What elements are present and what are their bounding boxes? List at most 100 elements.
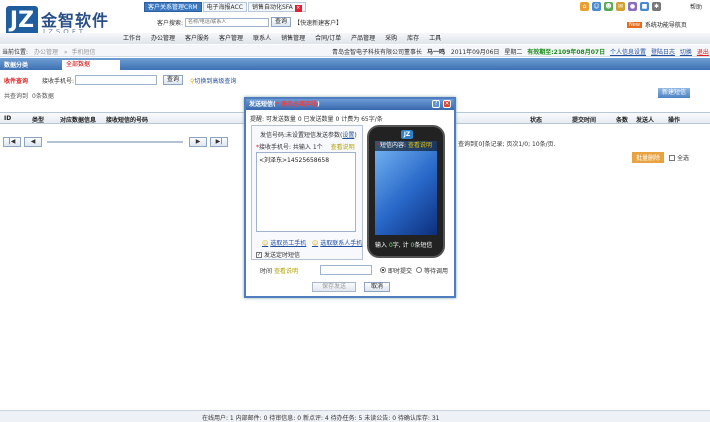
breadcrumb-label: 当前位置:: [2, 49, 29, 56]
expire-date: 有效期至:2109年08月07日: [527, 49, 606, 56]
sms-content-help[interactable]: 查看说明: [408, 142, 432, 149]
scheduled-sms-option[interactable]: ✓ 发送定时短信: [256, 250, 300, 259]
new-sms-button[interactable]: 新建短信: [658, 88, 691, 98]
tab-acc[interactable]: 电子海报ACC: [202, 2, 247, 12]
select-all-checkbox[interactable]: [669, 154, 676, 161]
send-time-row: 时间 查看说明 即时提交 等待调用: [260, 265, 448, 275]
counter-text: 字, 计: [392, 242, 409, 249]
char-counter: 输入 0字, 计 0条短信: [375, 240, 432, 249]
wait-send-radio[interactable]: [416, 267, 423, 273]
dialog-title: 发送短信(* 表示必填字段): [246, 99, 454, 110]
phone-label: 接收手机号:: [42, 78, 75, 85]
result-prefix: 共查询到: [4, 93, 29, 100]
help-link[interactable]: 帮助: [690, 2, 702, 11]
sender-number-label: 发信号码:未设置短信发送参数(设置): [260, 130, 357, 139]
product-tabs: 客户关系管理CRM 电子海报ACC 销售自动化SFA ×: [144, 2, 307, 12]
column-header-time[interactable]: 提交时间: [572, 115, 596, 124]
profile-settings-link[interactable]: 个人信息设置: [610, 49, 646, 56]
cancel-button[interactable]: 取消: [364, 282, 390, 292]
menu-sales[interactable]: 销售管理: [276, 33, 310, 44]
chevron-right-icon: »: [63, 49, 68, 56]
receiver-label: *接收手机号: 共输入 1个 查看说明: [256, 142, 355, 151]
customer-search-input[interactable]: [185, 17, 270, 27]
help-icon[interactable]: ?: [432, 100, 440, 108]
save-icon[interactable]: ■: [640, 2, 649, 11]
first-page-button[interactable]: |◀: [3, 137, 21, 147]
wait-send-label: 等待调用: [424, 267, 449, 275]
mail-icon[interactable]: ✉: [616, 2, 625, 11]
next-page-button[interactable]: ▶: [189, 137, 207, 147]
close-icon[interactable]: ×: [443, 100, 451, 108]
tab-inbox-query[interactable]: 收件查询: [4, 76, 28, 85]
section-bar: 数据分类 全部数据: [0, 58, 710, 70]
filter-area: 收件查询 接收手机号: 查询 ⚲切换到高级查询 共查询到 0条数据: [0, 72, 710, 100]
home-icon[interactable]: ⌂: [580, 2, 589, 11]
lock-icon[interactable]: ●: [628, 2, 637, 11]
phone-filter-input[interactable]: [75, 75, 157, 85]
save-send-button[interactable]: 保存发送: [312, 282, 356, 292]
user-icon[interactable]: ☺: [592, 2, 601, 11]
select-contact-link[interactable]: ☺ 选取联系人手机: [312, 238, 362, 247]
switch-link[interactable]: 切换: [680, 49, 692, 56]
settings-link[interactable]: 设置: [342, 132, 354, 139]
breadcrumb-item[interactable]: 手机短信: [71, 49, 95, 56]
customer-search-button[interactable]: 查询: [271, 17, 292, 27]
time-help-link[interactable]: 查看说明: [274, 266, 298, 275]
menu-products[interactable]: 产品管理: [346, 33, 380, 44]
select-staff-label: 选取员工手机: [270, 240, 307, 247]
select-contact-label: 选取联系人手机: [320, 240, 363, 247]
quick-new-customer: 【快速新建客户】: [294, 18, 342, 27]
column-header-status[interactable]: 状态: [530, 115, 542, 124]
menu-purchase[interactable]: 采购: [380, 33, 402, 44]
column-header-count[interactable]: 条数: [616, 115, 628, 124]
scheduled-sms-checkbox[interactable]: ✓: [256, 251, 262, 258]
column-header-id[interactable]: ID: [4, 115, 11, 122]
tab-crm[interactable]: 客户关系管理CRM: [144, 2, 202, 12]
logout-link[interactable]: 退出: [697, 49, 709, 56]
tab-sfa[interactable]: 销售自动化SFA ×: [247, 2, 306, 12]
menu-inventory[interactable]: 库存: [402, 33, 424, 44]
counter-text: 条短信: [414, 242, 433, 249]
menu-service[interactable]: 客户服务: [180, 33, 214, 44]
current-date: 2011年09月06日: [450, 49, 500, 56]
receiver-numbers-textarea[interactable]: <刘泽东>14525658658: [256, 152, 356, 232]
last-page-button[interactable]: ▶|: [210, 137, 228, 147]
dialog-title-end: ): [316, 101, 320, 108]
menu-workbench[interactable]: 工作台: [118, 33, 146, 44]
group-icon[interactable]: ☻: [604, 2, 613, 11]
main-menu: 工作台 办公管理 客户服务 客户管理 联系人 销售管理 合同/订单 产品管理 采…: [0, 33, 710, 44]
settings-icon[interactable]: ✱: [652, 2, 661, 11]
close-icon[interactable]: ×: [294, 5, 302, 12]
menu-contracts[interactable]: 合同/订单: [310, 33, 346, 44]
menu-tools[interactable]: 工具: [424, 33, 446, 44]
column-header-sender[interactable]: 发送人: [636, 115, 654, 124]
column-header-data[interactable]: 对应数据信息: [60, 115, 96, 124]
breadcrumb-item[interactable]: 办公管理: [34, 49, 58, 56]
send-now-radio[interactable]: [380, 267, 387, 273]
column-header-phone[interactable]: 接收短信的号码: [106, 115, 148, 124]
sms-content-label: 短信内容:: [380, 142, 407, 149]
login-log-link[interactable]: 登陆日志: [651, 49, 675, 56]
select-staff-link[interactable]: ☺ 选取员工手机: [262, 238, 306, 247]
dialog-title-text: 发送短信(: [249, 101, 276, 108]
nav-home[interactable]: New 系统功能导航页: [627, 20, 687, 29]
page-slider[interactable]: [47, 141, 183, 143]
menu-office[interactable]: 办公管理: [146, 33, 180, 44]
quick-new-customer-link[interactable]: 快速新建客户: [300, 20, 336, 27]
receiver-help-link[interactable]: 查看说明: [331, 144, 355, 151]
column-header-type[interactable]: 类型: [32, 115, 44, 124]
advanced-search-link[interactable]: ⚲切换到高级查询: [190, 76, 236, 85]
sender-number-text: 发信号码:未设置短信发送参数(: [260, 132, 343, 139]
query-button[interactable]: 查询: [163, 75, 184, 85]
menu-customers[interactable]: 客户管理: [214, 33, 248, 44]
counter-text: 输入: [375, 242, 388, 249]
phone-logo: JZ: [401, 130, 413, 139]
phone-screen[interactable]: *短信内容: 查看说明: [375, 141, 437, 235]
prev-page-button[interactable]: ◀: [24, 137, 42, 147]
logo-mark: JZ: [6, 6, 38, 36]
send-time-input[interactable]: [320, 265, 373, 275]
tab-all-data[interactable]: 全部数据: [62, 60, 120, 70]
bulk-delete-button[interactable]: 批量删除: [632, 152, 665, 163]
column-header-action[interactable]: 操作: [668, 115, 680, 124]
menu-contacts[interactable]: 联系人: [248, 33, 276, 44]
